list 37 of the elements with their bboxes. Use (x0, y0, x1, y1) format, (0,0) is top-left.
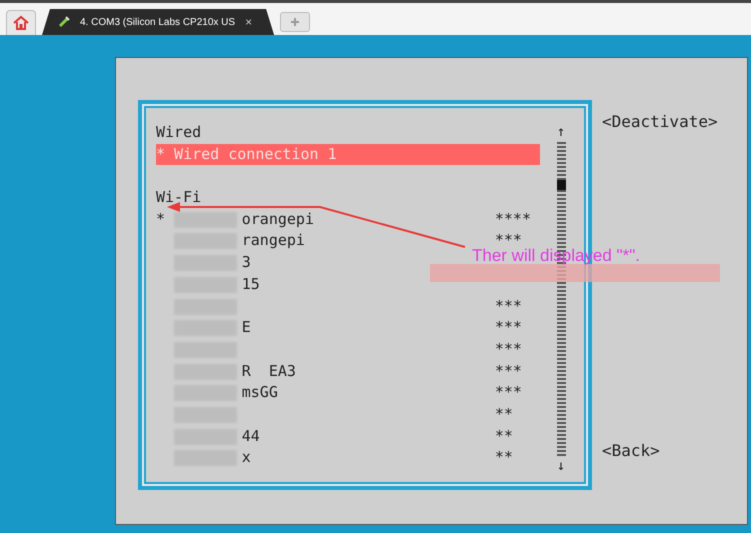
signal-strength: *** (494, 317, 523, 338)
connection-name: 3 (242, 252, 251, 274)
redaction-block (174, 212, 238, 228)
scroll-down-arrow[interactable]: ↓ (556, 456, 566, 476)
plus-icon (290, 17, 300, 27)
connection-name: R EA3 (242, 360, 296, 382)
connection-name: 44 (242, 426, 260, 447)
active-marker: * (156, 208, 166, 230)
signal-strength: *** (494, 296, 523, 316)
connection-name: Wired connection 1 (174, 144, 337, 165)
signal-strength: *** (494, 360, 523, 382)
scroll-up-arrow[interactable]: ↑ (556, 122, 566, 142)
new-tab-button[interactable] (280, 12, 310, 32)
connection-name: msGG (242, 382, 278, 404)
signal-strength: *** (494, 382, 523, 404)
connection-name: orangepi (242, 208, 314, 230)
signal-strength: *** (494, 338, 523, 360)
connection-name: x (242, 447, 251, 468)
menu-button[interactable]: <Deactivate> (602, 112, 718, 131)
signal-strength: *** (494, 230, 522, 250)
section-heading: Wi-Fi (156, 187, 202, 208)
home-icon (13, 15, 29, 31)
connection-name: E (242, 317, 251, 338)
signal-strength: ** (494, 447, 514, 468)
menu-button[interactable]: <Back> (602, 441, 718, 460)
section-heading: Wired (156, 122, 202, 143)
home-tab[interactable] (6, 10, 36, 35)
scrollbar-thumb[interactable] (556, 180, 566, 190)
terminal-tab[interactable]: 4. COM3 (Silicon Labs CP210x US × (42, 9, 274, 35)
connection-name: 15 (242, 274, 260, 295)
signal-strength: **** (494, 208, 532, 230)
tab-label: 4. COM3 (Silicon Labs CP210x US (80, 16, 236, 28)
active-marker: * (156, 144, 166, 165)
close-tab-button[interactable]: × (245, 15, 252, 29)
signal-strength: ** (494, 426, 514, 447)
connection-name: rangepi (242, 230, 305, 252)
signal-strength: ** (494, 404, 514, 425)
